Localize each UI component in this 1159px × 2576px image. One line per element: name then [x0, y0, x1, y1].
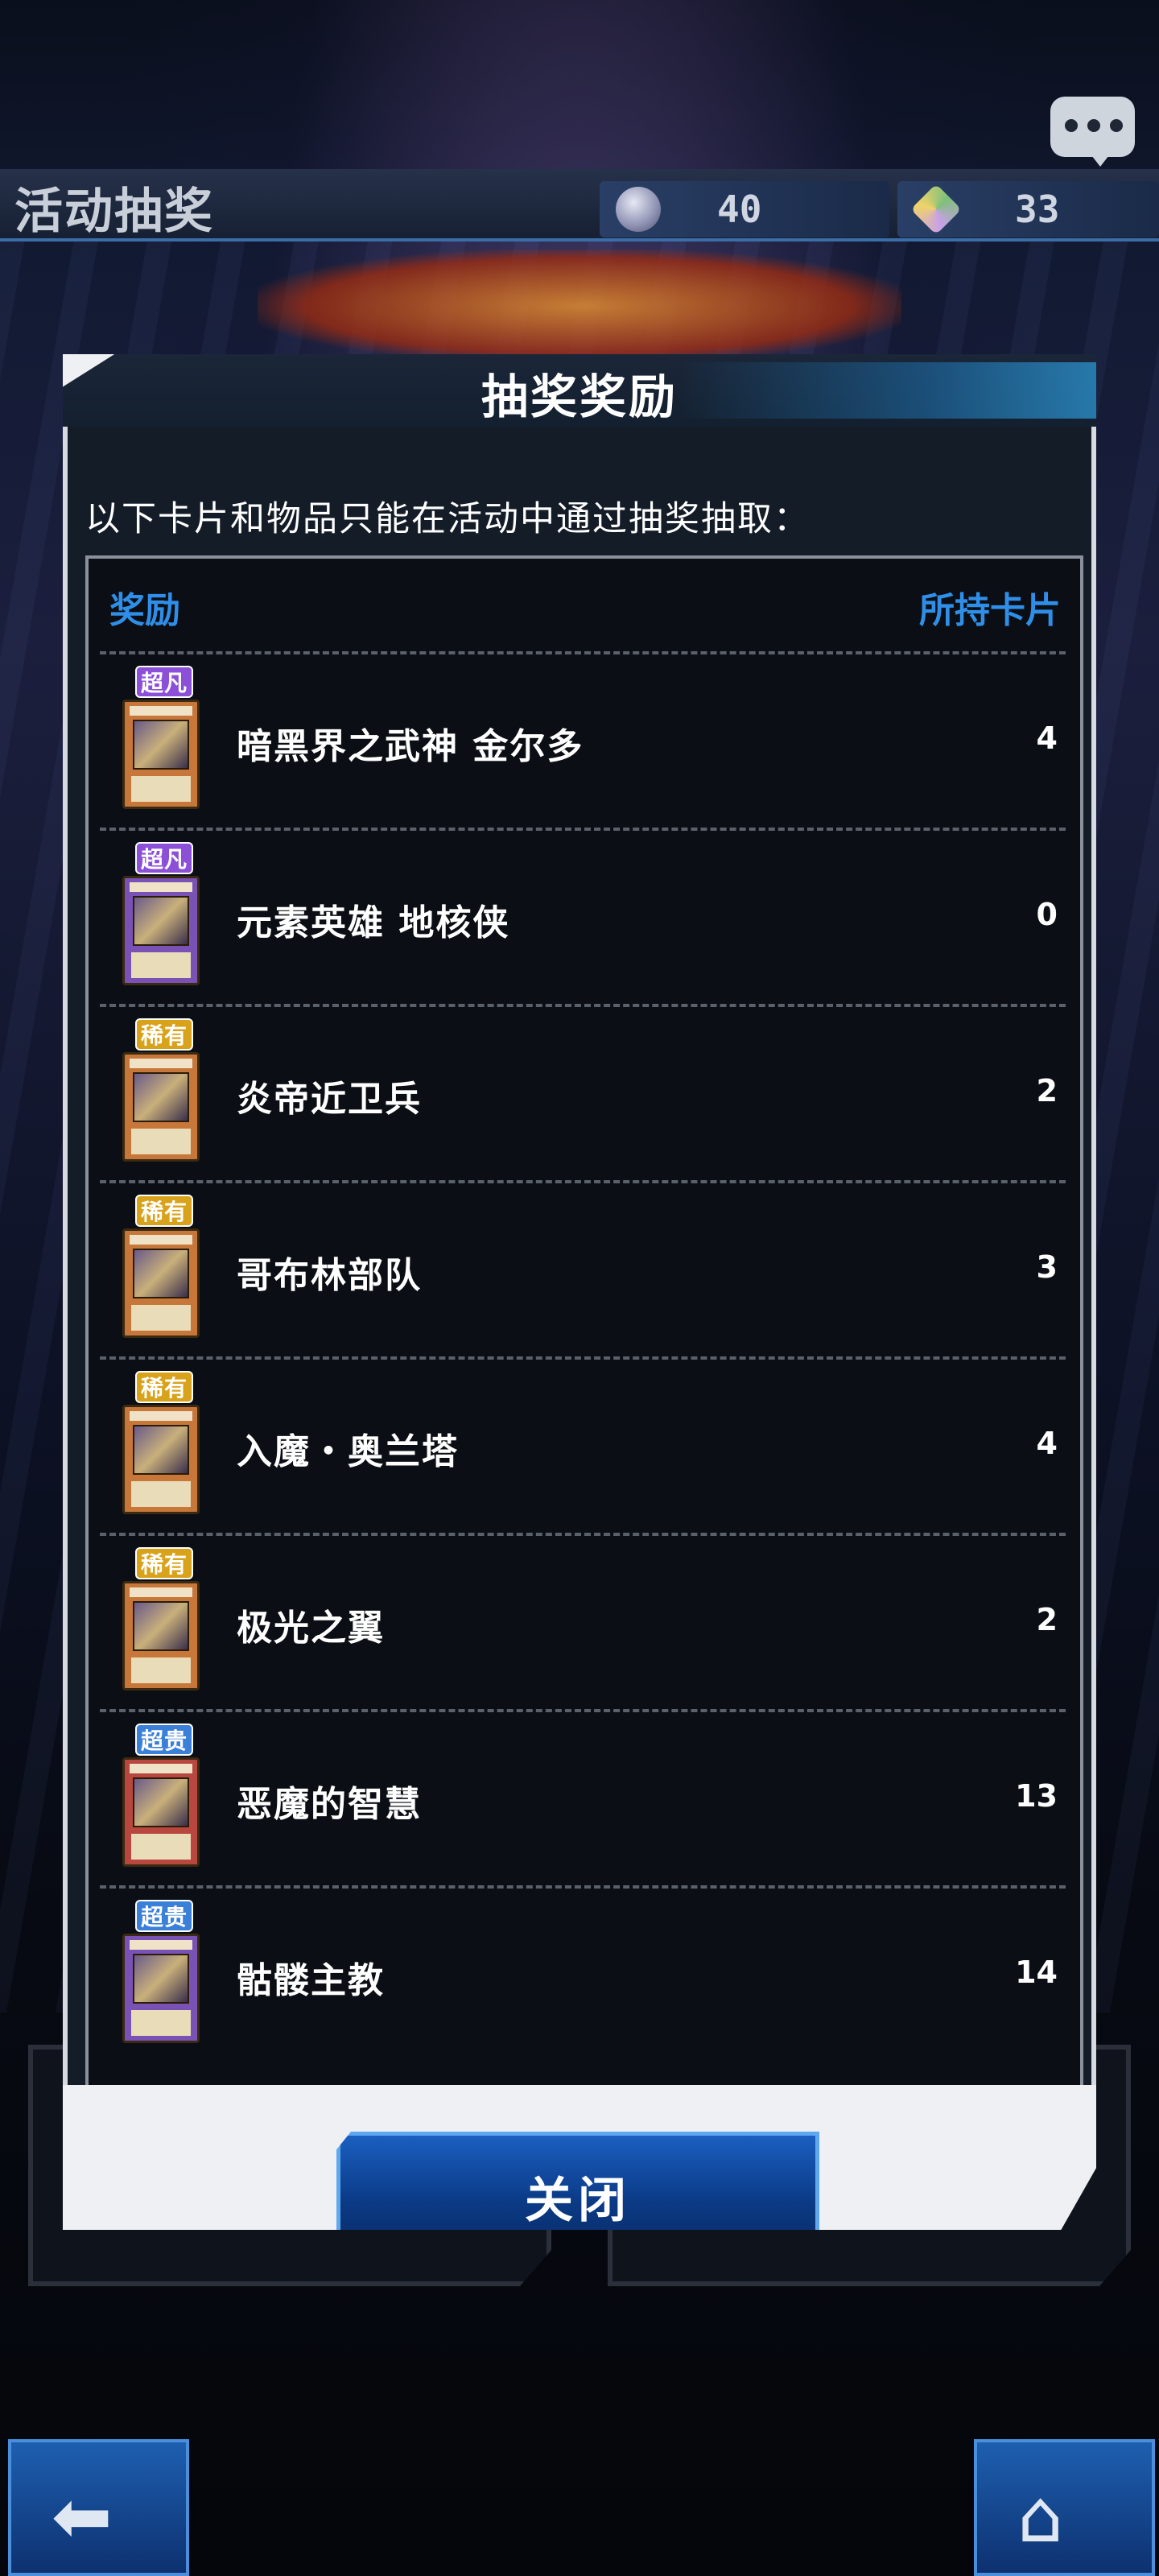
reward-list[interactable]: 奖励 所持卡片 超凡 暗黑界之武神 金尔多 4 超凡 元素英雄 地核侠 0 稀有 炎帝近卫兵 2… — [85, 555, 1083, 2085]
card-thumbnail[interactable] — [122, 1757, 200, 1867]
reward-name: 元素英雄 地核侠 — [237, 902, 510, 943]
event-logo — [258, 250, 901, 362]
owned-count: 3 — [1036, 1249, 1058, 1285]
card-thumbnail[interactable] — [122, 1581, 200, 1690]
rarity-badge: 超贵 — [135, 1900, 193, 1932]
reward-name: 暗黑界之武神 金尔多 — [237, 726, 584, 767]
orb-currency-icon — [616, 187, 661, 232]
rarity-badge: 超凡 — [135, 842, 193, 874]
reward-name: 极光之翼 — [237, 1608, 385, 1649]
gem-currency-icon — [910, 184, 962, 235]
orb-currency-amount: 40 — [717, 188, 762, 231]
owned-count: 2 — [1036, 1073, 1058, 1108]
reward-row[interactable]: 超凡元素英雄 地核侠 0 — [100, 828, 1066, 1004]
dialog-footer: 关闭 — [63, 2077, 1096, 2230]
close-button-label: 关闭 — [525, 2172, 631, 2229]
back-arrow-icon: ⬅ — [52, 2475, 113, 2559]
chat-icon[interactable] — [1050, 97, 1135, 167]
reward-name: 骷髅主教 — [237, 1960, 385, 2001]
card-thumbnail[interactable] — [122, 1405, 200, 1514]
owned-count: 2 — [1036, 1602, 1058, 1637]
reward-row[interactable]: 稀有极光之翼 2 — [100, 1533, 1066, 1709]
dialog-body: 以下卡片和物品只能在活动中通过抽奖抽取： 奖励 所持卡片 超凡暗黑界之武神 金尔… — [63, 427, 1096, 2085]
reward-name: 恶魔的智慧 — [237, 1784, 422, 1825]
orb-currency: 40 — [600, 181, 889, 237]
rarity-badge: 超贵 — [135, 1724, 193, 1756]
owned-count: 0 — [1036, 897, 1058, 932]
rarity-badge: 稀有 — [135, 1547, 193, 1579]
reward-row[interactable]: 超贵恶魔的智慧 13 — [100, 1709, 1066, 1885]
rarity-badge: 稀有 — [135, 1371, 193, 1403]
screen-title: 活动抽奖 — [14, 184, 214, 240]
reward-name: 哥布林部队 — [237, 1255, 422, 1296]
back-button[interactable]: ⬅ — [8, 2439, 189, 2576]
reward-row[interactable]: 稀有炎帝近卫兵 2 — [100, 1004, 1066, 1180]
owned-count: 4 — [1036, 720, 1058, 756]
reward-row[interactable]: 超贵骷髅主教 14 — [100, 1885, 1066, 2062]
rewards-dialog: 抽奖奖励 以下卡片和物品只能在活动中通过抽奖抽取： 奖励 所持卡片 超凡暗黑界之… — [63, 354, 1096, 2230]
home-button[interactable]: ⌂ — [974, 2439, 1155, 2576]
rarity-badge: 超凡 — [135, 666, 193, 698]
reward-row[interactable]: 超凡暗黑界之武神 金尔多 4 — [100, 651, 1066, 828]
owned-count: 14 — [1015, 1955, 1058, 1990]
reward-row[interactable]: 稀有哥布林部队 3 — [100, 1180, 1066, 1356]
reward-row[interactable]: 稀有入魔・奥兰塔 4 — [100, 1356, 1066, 1533]
card-thumbnail[interactable] — [122, 700, 200, 809]
card-thumbnail[interactable] — [122, 876, 200, 985]
gem-currency: 33 — [897, 181, 1159, 237]
gem-currency-amount: 33 — [1015, 188, 1060, 231]
reward-name: 炎帝近卫兵 — [237, 1079, 422, 1120]
reward-name: 入魔・奥兰塔 — [237, 1431, 459, 1472]
dialog-notice: 以下卡片和物品只能在活动中通过抽奖抽取： — [85, 499, 810, 539]
card-thumbnail[interactable] — [122, 1052, 200, 1162]
dialog-header: 抽奖奖励 — [63, 354, 1096, 427]
rarity-badge: 稀有 — [135, 1018, 193, 1051]
rarity-badge: 稀有 — [135, 1195, 193, 1227]
column-owned: 所持卡片 — [919, 590, 1061, 631]
home-icon: ⌂ — [1017, 2475, 1064, 2559]
dialog-title: 抽奖奖励 — [481, 369, 678, 424]
reward-list-header: 奖励 所持卡片 — [89, 559, 1080, 651]
owned-count: 13 — [1015, 1778, 1058, 1814]
column-reward: 奖励 — [109, 590, 180, 631]
card-thumbnail[interactable] — [122, 1934, 200, 2043]
reward-rows: 超凡 暗黑界之武神 金尔多 4 超凡 元素英雄 地核侠 0 稀有 炎帝近卫兵 2 稀有 哥布林部队 3… — [100, 651, 1066, 2062]
card-thumbnail[interactable] — [122, 1228, 200, 1338]
owned-count: 4 — [1036, 1426, 1058, 1461]
